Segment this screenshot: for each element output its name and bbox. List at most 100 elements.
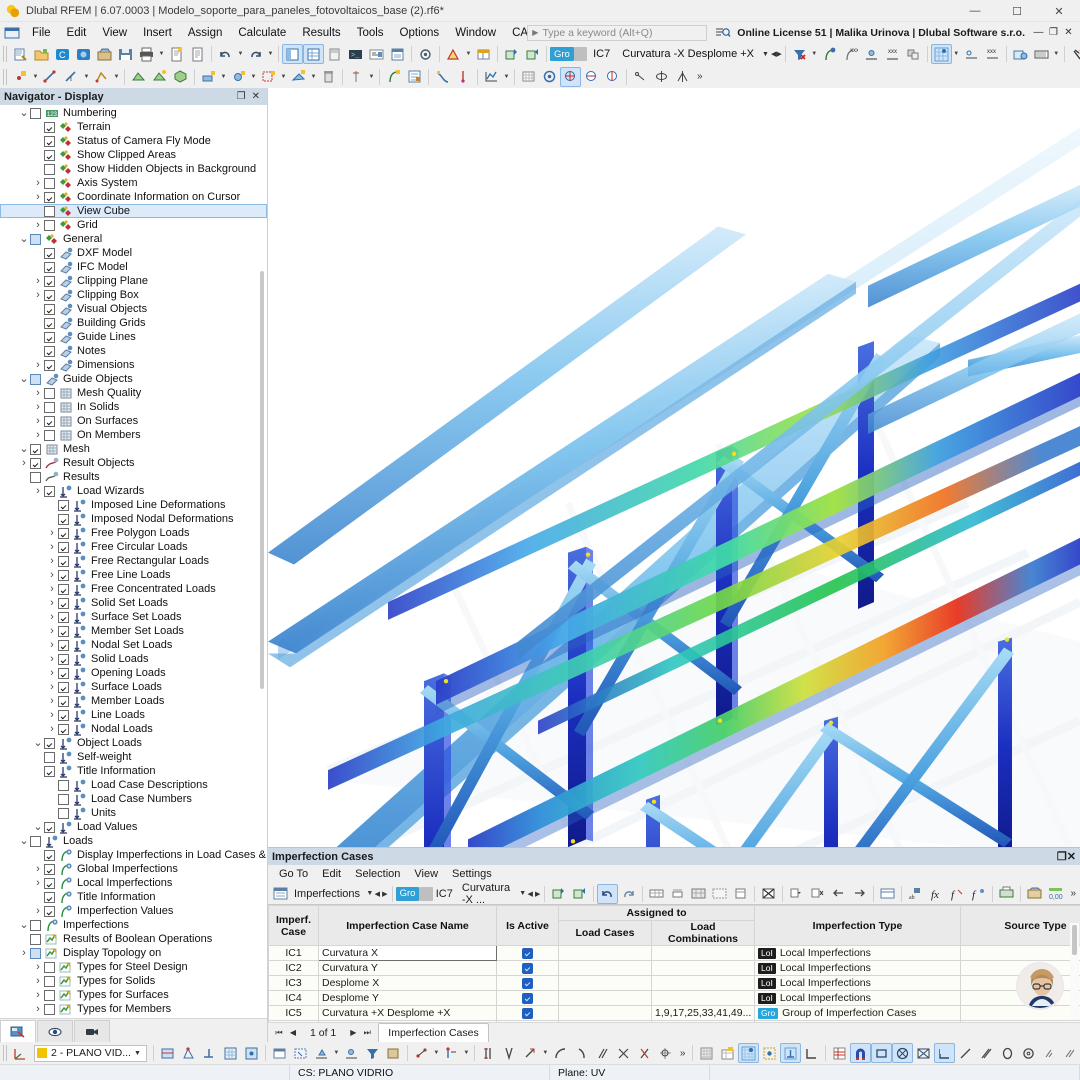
- tree-item-object-loads[interactable]: ⌄Object Loads: [0, 736, 267, 750]
- navigator-scrollbar[interactable]: [258, 107, 266, 1016]
- tree-item-terrain[interactable]: Terrain: [0, 120, 267, 134]
- tree-checkbox[interactable]: [44, 122, 55, 133]
- tree-checkbox[interactable]: [44, 878, 55, 889]
- formula-button[interactable]: fx: [926, 884, 947, 904]
- tree-checkbox[interactable]: [58, 542, 69, 553]
- pager-prev-icon[interactable]: ◀: [286, 1028, 300, 1037]
- cell-imperfection-type[interactable]: GroGroup of Imperfection Cases: [755, 1006, 961, 1021]
- hatch-button[interactable]: [1039, 1043, 1060, 1063]
- show-table-button[interactable]: [303, 44, 324, 64]
- mirror-button[interactable]: [672, 67, 693, 87]
- tree-checkbox[interactable]: [44, 752, 55, 763]
- table-row[interactable]: IC3Desplome XLoILocal Imperfections: [269, 976, 1080, 991]
- cell-load-combinations[interactable]: [652, 961, 755, 976]
- render-settings-button[interactable]: [415, 44, 436, 64]
- grid-snap-dropdown-arrow[interactable]: ▼: [952, 44, 961, 64]
- tree-item-show-clipped-areas[interactable]: Show Clipped Areas: [0, 148, 267, 162]
- print-dropdown-arrow[interactable]: ▼: [157, 44, 166, 64]
- arc-snap-button[interactable]: [550, 1043, 571, 1063]
- tree-checkbox[interactable]: [58, 584, 69, 595]
- imperfection-list-type-icon[interactable]: [270, 884, 291, 904]
- toolbar-grip[interactable]: [3, 46, 9, 62]
- imperfection-restore-icon[interactable]: ❐: [1057, 850, 1067, 863]
- open-model-button[interactable]: [31, 44, 52, 64]
- insert-row-button[interactable]: [646, 884, 667, 904]
- cell-load-combinations[interactable]: [652, 991, 755, 1006]
- snap-settings-button[interactable]: [241, 1043, 262, 1063]
- split-view-button[interactable]: [877, 884, 898, 904]
- cell-is-active[interactable]: [497, 1006, 559, 1021]
- move-left-button[interactable]: [828, 884, 849, 904]
- filter-dropdown-arrow[interactable]: ▼: [810, 44, 819, 64]
- parallel-snap-button[interactable]: [592, 1043, 613, 1063]
- tree-checkbox[interactable]: [44, 346, 55, 357]
- imperfection-toolbar-overflow[interactable]: »: [1066, 888, 1080, 899]
- tree-item-line-loads[interactable]: ›Line Loads: [0, 708, 267, 722]
- imperfection-list-dropdown-icon[interactable]: ▼: [366, 885, 374, 903]
- tree-checkbox[interactable]: [44, 150, 55, 161]
- tree-checkbox[interactable]: [44, 248, 55, 259]
- cell-imperfection-type[interactable]: GroGroup of Imperfection Cases: [755, 1021, 961, 1023]
- imperfection-menu-edit[interactable]: Edit: [315, 867, 348, 881]
- tree-expander-icon[interactable]: ⌄: [18, 236, 30, 242]
- tree-item-types-for-lines[interactable]: ›Types for Lines: [0, 1016, 267, 1018]
- tree-checkbox[interactable]: [58, 654, 69, 665]
- coordinate-system-selector[interactable]: 2 - PLANO VID... ▼: [34, 1045, 147, 1062]
- work-plane-xy-button[interactable]: [157, 1043, 178, 1063]
- tree-item-results[interactable]: Results: [0, 470, 267, 484]
- tree-checkbox[interactable]: [30, 234, 41, 245]
- object-snap-button[interactable]: [961, 44, 982, 64]
- tree-item-dimensions[interactable]: ›Dimensions: [0, 358, 267, 372]
- tree-expander-icon[interactable]: ⌄: [32, 740, 44, 746]
- cell-case-name[interactable]: Desplome X: [319, 976, 497, 991]
- cell-case-name[interactable]: Curvatura +X Desplome +X: [319, 1006, 497, 1021]
- tree-checkbox[interactable]: [58, 794, 69, 805]
- active-checkbox[interactable]: [522, 978, 533, 989]
- delete-row-button[interactable]: [667, 884, 688, 904]
- imperfection-new-button[interactable]: [383, 67, 404, 87]
- tree-checkbox[interactable]: [44, 864, 55, 875]
- tree-checkbox[interactable]: [58, 668, 69, 679]
- tree-checkbox[interactable]: [44, 962, 55, 973]
- cloud-open-button[interactable]: C: [52, 44, 73, 64]
- tree-expander-icon[interactable]: ›: [18, 947, 30, 959]
- tree-item-guide-lines[interactable]: Guide Lines: [0, 330, 267, 344]
- line-snap-button[interactable]: [341, 1043, 362, 1063]
- tree-expander-icon[interactable]: ›: [32, 219, 44, 231]
- menu-calculate[interactable]: Calculate: [230, 25, 294, 41]
- tree-expander-icon[interactable]: ›: [32, 485, 44, 497]
- member-result-button[interactable]: [346, 67, 367, 87]
- coordinate-system-icon[interactable]: [10, 1043, 31, 1063]
- ellipse-draw-button[interactable]: [1018, 1043, 1039, 1063]
- tree-item-dxf-model[interactable]: DXF Model: [0, 246, 267, 260]
- show-navigator-button[interactable]: [282, 44, 303, 64]
- tree-expander-icon[interactable]: ⌄: [18, 446, 30, 452]
- new-opening-button[interactable]: [258, 67, 279, 87]
- model-archive-button[interactable]: [94, 44, 115, 64]
- tree-expander-icon[interactable]: ›: [32, 191, 44, 203]
- delete-object-button[interactable]: [318, 67, 339, 87]
- mesh-display-button[interactable]: [1031, 44, 1052, 64]
- tree-item-title-information[interactable]: Title Information: [0, 890, 267, 904]
- tree-item-member-loads[interactable]: ›Member Loads: [0, 694, 267, 708]
- tree-item-imposed-line-deformations[interactable]: Imposed Line Deformations: [0, 498, 267, 512]
- render-grid-button[interactable]: [829, 1043, 850, 1063]
- cell-case-name[interactable]: Curvatura +X Desplome -X: [319, 1021, 497, 1023]
- tree-checkbox[interactable]: [44, 766, 55, 777]
- work-plane-snap-button[interactable]: [178, 1043, 199, 1063]
- measure-button[interactable]: [630, 67, 651, 87]
- tree-checkbox[interactable]: [30, 934, 41, 945]
- tree-item-surface-set-loads[interactable]: ›Surface Set Loads: [0, 610, 267, 624]
- tree-item-load-values[interactable]: ⌄Load Values: [0, 820, 267, 834]
- grid-display-button[interactable]: [696, 1043, 717, 1063]
- tree-expander-icon[interactable]: ›: [32, 989, 44, 1001]
- bottom-toolbar-grip[interactable]: [3, 1045, 9, 1061]
- double-line-button[interactable]: [976, 1043, 997, 1063]
- menu-file[interactable]: File: [24, 25, 59, 41]
- cloud-sync-button[interactable]: [73, 44, 94, 64]
- tree-expander-icon[interactable]: ⌄: [18, 838, 30, 844]
- menu-view[interactable]: View: [94, 25, 135, 41]
- new-hinge-button[interactable]: [228, 67, 249, 87]
- cell-imperfection-type[interactable]: LoILocal Imperfections: [755, 976, 961, 991]
- tree-item-types-for-members[interactable]: ›Types for Members: [0, 1002, 267, 1016]
